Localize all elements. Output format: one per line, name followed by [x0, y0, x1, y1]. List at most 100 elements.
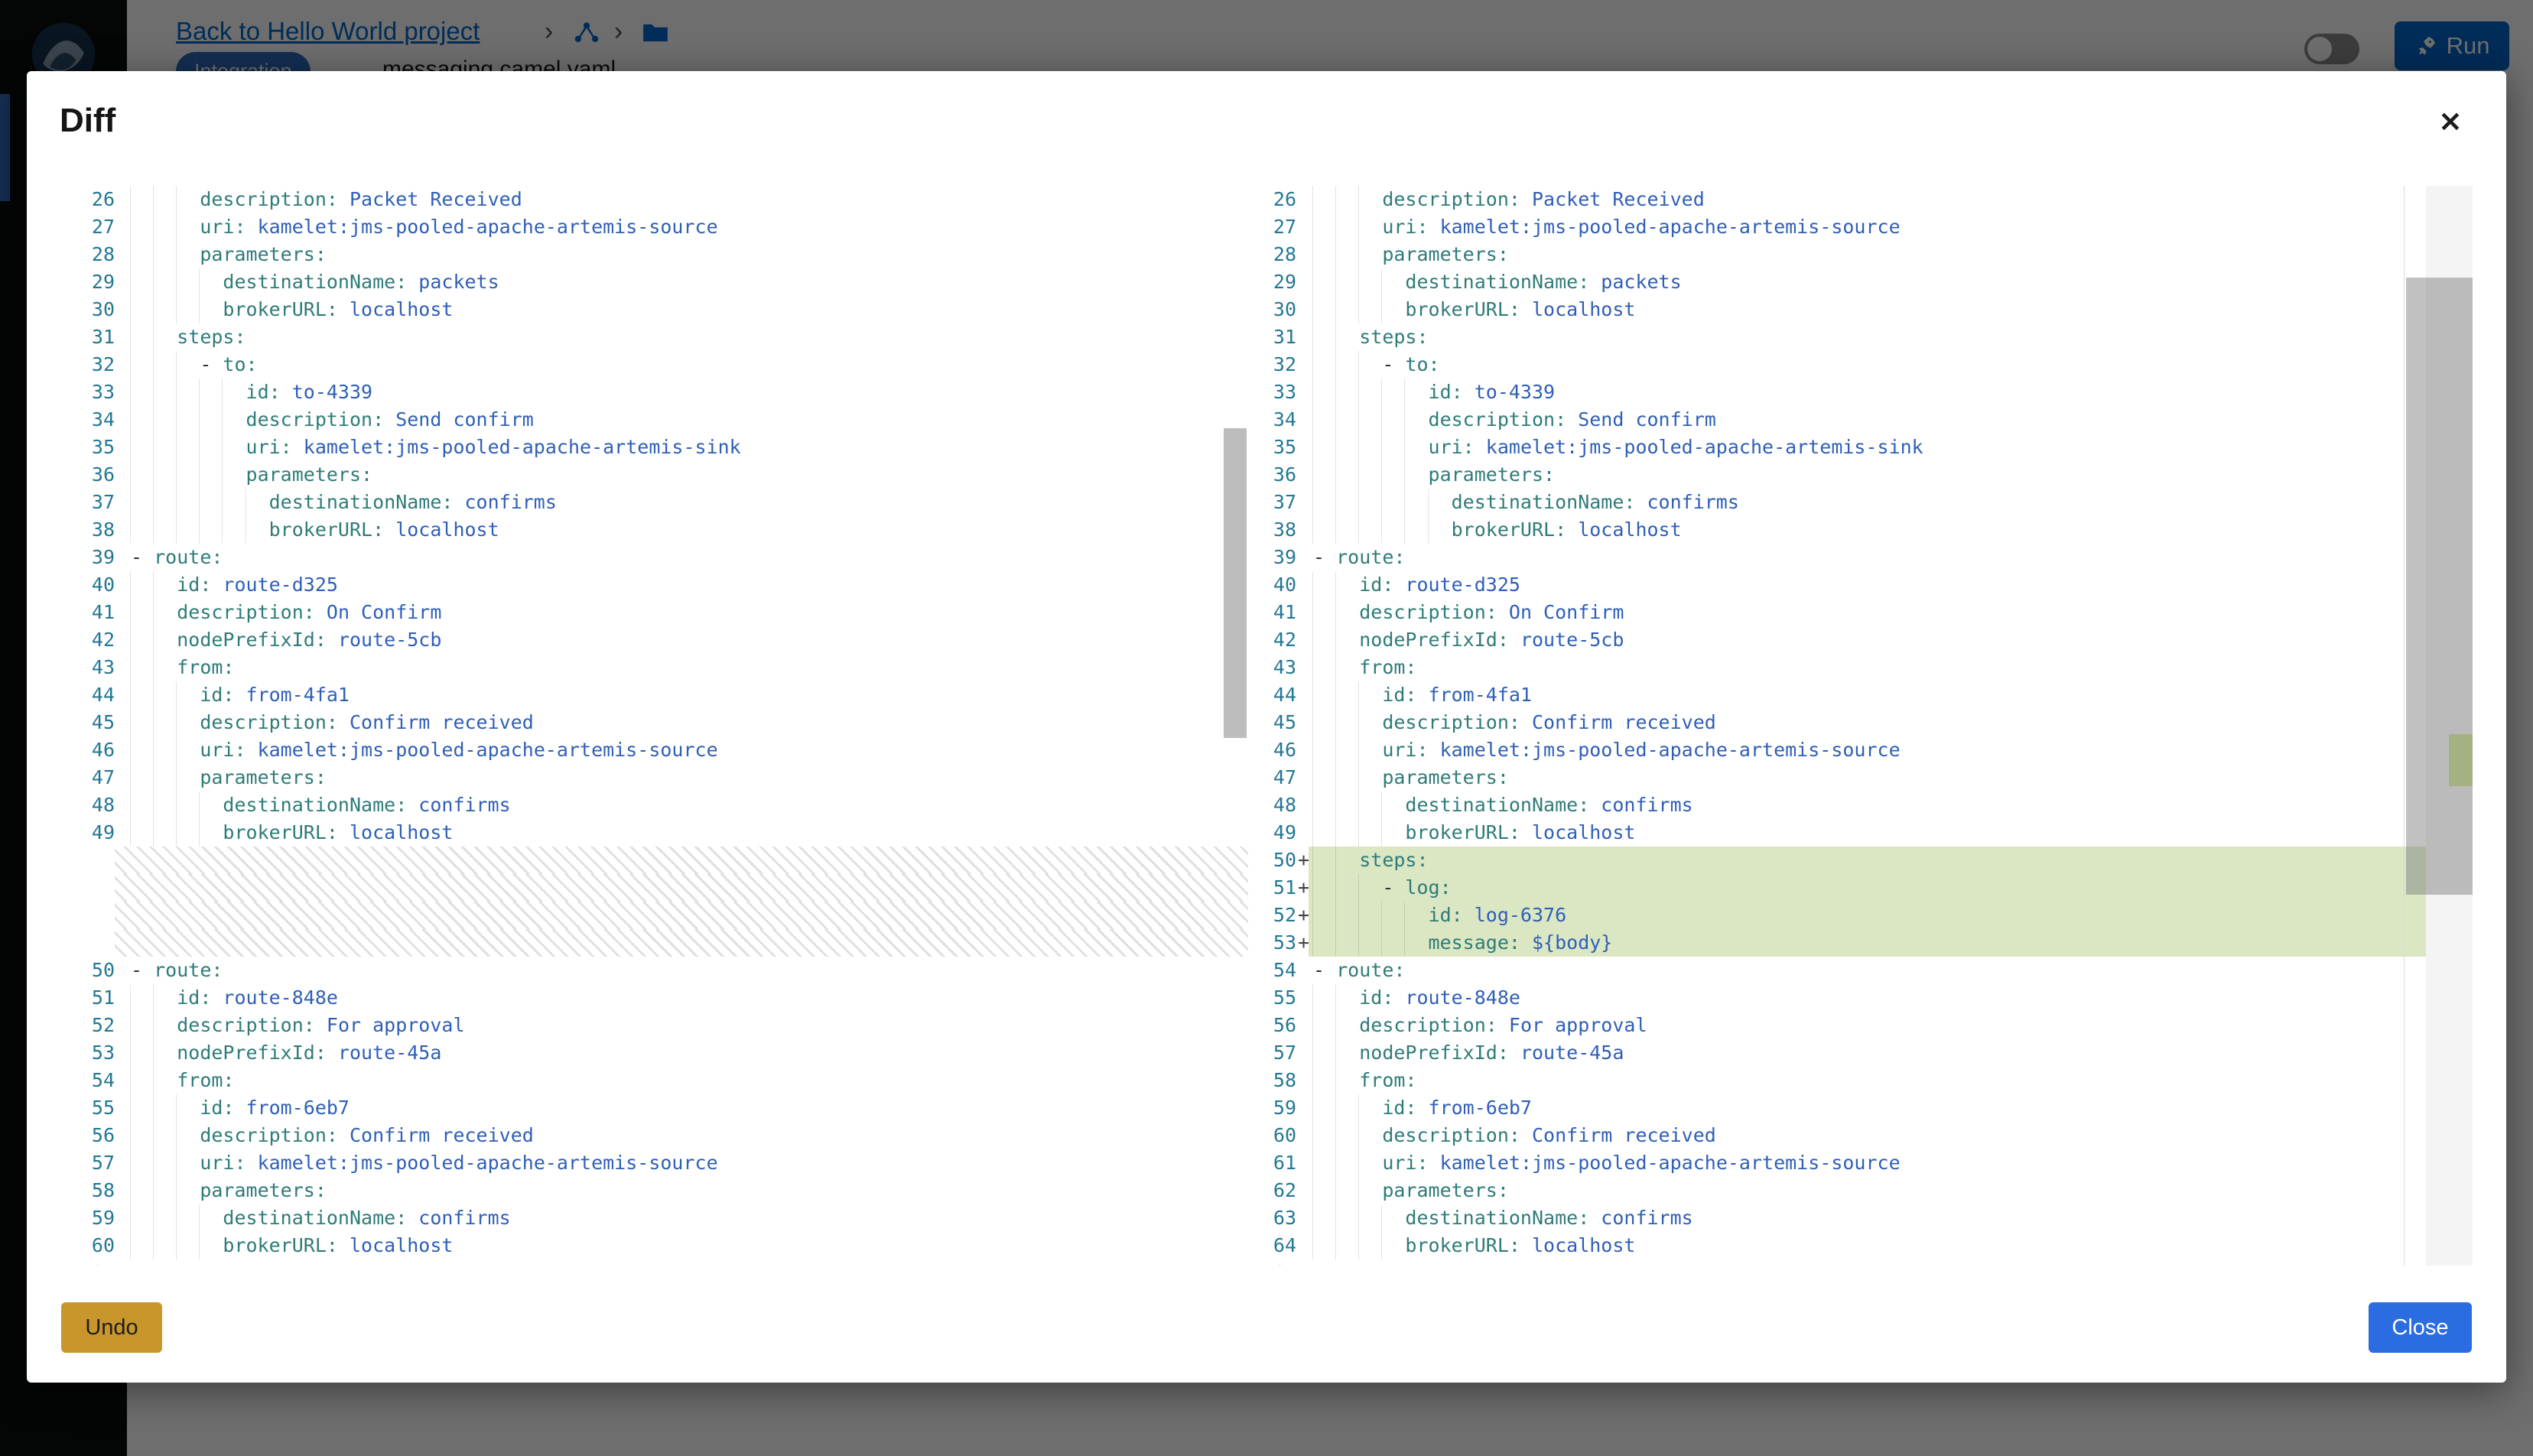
- indent-guide: [1335, 736, 1336, 764]
- indent-guide: [1335, 819, 1336, 847]
- line-number: 55: [61, 1094, 115, 1122]
- close-icon[interactable]: ✕: [2434, 108, 2466, 137]
- code-text: description: Packet Received: [131, 188, 522, 210]
- code-line: 49 brokerURL: localhost: [61, 819, 1248, 847]
- code-line: 57 uri: kamelet:jms-pooled-apache-artemi…: [61, 1149, 1248, 1177]
- line-number: 59: [1258, 1094, 1296, 1122]
- diff-added-plus: [1296, 544, 1309, 571]
- code-text: brokerURL: localhost: [1313, 298, 1635, 320]
- line-number: 37: [1258, 489, 1296, 516]
- diff-added-plus: [1296, 1232, 1309, 1259]
- indent-guide: [153, 1094, 154, 1122]
- indent-guide: [1335, 434, 1336, 461]
- indent-guide: [1358, 1149, 1359, 1177]
- line-number: 29: [1258, 268, 1296, 296]
- line-number: 63: [1258, 1204, 1296, 1232]
- pane-edge-line: [2404, 186, 2405, 1266]
- indent-guide: [1312, 268, 1313, 296]
- code-line: 56 description: For approval: [1258, 1012, 2473, 1039]
- line-number: [61, 929, 115, 957]
- undo-button[interactable]: Undo: [61, 1302, 162, 1353]
- indent-guide: [1404, 489, 1405, 516]
- code-text: nodePrefixId: route-45a: [131, 1042, 441, 1064]
- indent-guide: [1335, 1067, 1336, 1094]
- code-line: 53+ message: ${body}: [1258, 929, 2473, 957]
- diff-added-plus: [1296, 626, 1309, 654]
- indent-guide: [1335, 268, 1336, 296]
- code-text: steps:: [1313, 849, 1429, 871]
- line-number: 38: [61, 516, 115, 544]
- line-number: 26: [1258, 186, 1296, 213]
- diff-pane-original[interactable]: 26 description: Packet Received27 uri: k…: [61, 186, 1248, 1266]
- indent-guide: [1358, 791, 1359, 819]
- diff-placeholder-row: [61, 847, 1248, 874]
- indent-guide: [199, 1204, 200, 1232]
- indent-guide: [1358, 902, 1359, 929]
- code-line: 57 nodePrefixId: route-45a: [1258, 1039, 2473, 1067]
- code-text: id: from-6eb7: [1313, 1097, 1532, 1119]
- diff-added-plus: [1296, 296, 1309, 323]
- indent-guide: [153, 186, 154, 213]
- indent-guide: [1312, 351, 1313, 379]
- indent-guide: [1358, 736, 1359, 764]
- indent-guide: [1358, 516, 1359, 544]
- indent-guide: [153, 1122, 154, 1149]
- line-number: 49: [1258, 819, 1296, 847]
- indent-guide: [1335, 1204, 1336, 1232]
- code-line: 47 parameters:: [1258, 764, 2473, 791]
- indent-guide: [153, 654, 154, 681]
- code-text: from:: [1313, 656, 1416, 678]
- code-text: nodePrefixId: route-5cb: [1313, 629, 1624, 651]
- indent-guide: [130, 1067, 131, 1094]
- indent-guide: [1381, 902, 1382, 929]
- code-text: destinationName: packets: [1313, 271, 1682, 293]
- indent-guide: [1358, 406, 1359, 434]
- indent-guide: [1335, 489, 1336, 516]
- line-number: 28: [61, 241, 115, 268]
- indent-guide: [1335, 1149, 1336, 1177]
- line-number: [61, 902, 115, 929]
- indent-guide: [1312, 1039, 1313, 1067]
- code-line: 29 destinationName: packets: [61, 268, 1248, 296]
- code-text: uri: kamelet:jms-pooled-apache-artemis-s…: [1313, 739, 1901, 761]
- line-number: 45: [61, 709, 115, 736]
- line-number: 40: [1258, 571, 1296, 599]
- code-text: description: Confirm received: [131, 1124, 534, 1146]
- indent-guide: [176, 1177, 177, 1204]
- indent-guide: [1428, 489, 1429, 516]
- code-line: 26 description: Packet Received: [1258, 186, 2473, 213]
- indent-guide: [176, 709, 177, 736]
- indent-guide: [1312, 213, 1313, 241]
- code-text: from:: [1313, 1069, 1416, 1091]
- line-number: 32: [61, 351, 115, 379]
- indent-guide: [130, 599, 131, 626]
- indent-guide: [1312, 874, 1313, 902]
- code-text: description: Packet Received: [1313, 188, 1705, 210]
- code-text: uri: kamelet:jms-pooled-apache-artemis-s…: [1313, 216, 1901, 238]
- left-scrollbar-thumb[interactable]: [1224, 428, 1247, 738]
- indent-guide: [153, 516, 154, 544]
- indent-guide: [1312, 461, 1313, 489]
- indent-guide: [130, 323, 131, 351]
- indent-guide: [1358, 268, 1359, 296]
- diff-added-plus: [1296, 1094, 1309, 1122]
- indent-guide: [130, 1149, 131, 1177]
- code-text: steps:: [1313, 326, 1429, 348]
- line-number: 58: [1258, 1067, 1296, 1094]
- indent-guide: [176, 681, 177, 709]
- right-scrollbar-thumb[interactable]: [2406, 278, 2473, 895]
- indent-guide: [176, 819, 177, 847]
- diff-added-plus: [1296, 957, 1309, 984]
- indent-guide: [1312, 323, 1313, 351]
- line-number: 61: [1258, 1149, 1296, 1177]
- indent-guide: [1312, 379, 1313, 406]
- code-line: 27 uri: kamelet:jms-pooled-apache-artemi…: [61, 213, 1248, 241]
- indent-guide: [153, 764, 154, 791]
- indent-guide: [1312, 599, 1313, 626]
- line-number: 57: [1258, 1039, 1296, 1067]
- code-text: parameters:: [131, 243, 327, 265]
- diff-pane-modified[interactable]: 26 description: Packet Received27 uri: k…: [1258, 186, 2473, 1266]
- code-text: nodePrefixId: route-45a: [1313, 1042, 1624, 1064]
- code-line: 37 destinationName: confirms: [1258, 489, 2473, 516]
- close-button[interactable]: Close: [2369, 1302, 2472, 1353]
